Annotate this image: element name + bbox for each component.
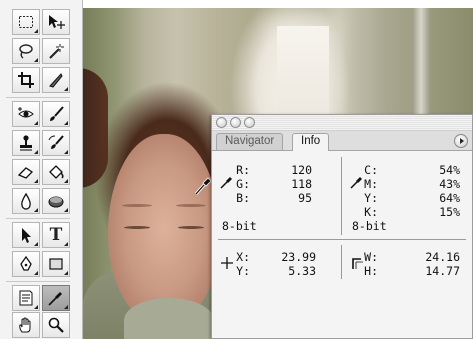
position-x-value: 23.99: [281, 250, 316, 264]
rgb-b-value: 95: [298, 191, 312, 205]
size-w-value: 24.16: [425, 250, 460, 264]
tool-brush[interactable]: [42, 101, 70, 127]
close-icon[interactable]: [216, 117, 227, 128]
tool-zoom[interactable]: [42, 312, 70, 338]
rgb-r-label: R:: [236, 163, 250, 177]
magic-wand-icon: [49, 44, 64, 59]
cmyk-k-value: 15%: [439, 205, 460, 219]
tool-history-brush[interactable]: [42, 130, 70, 156]
tool-sponge[interactable]: [42, 188, 70, 214]
tool-red-eye[interactable]: [12, 101, 40, 127]
tool-blur[interactable]: [12, 188, 40, 214]
pen-icon: [20, 255, 32, 271]
rgb-g-value: 118: [291, 177, 312, 191]
paint-bucket-icon: [49, 165, 64, 179]
cmyk-m-label: M:: [364, 177, 378, 191]
tool-eyedropper[interactable]: [42, 285, 70, 311]
tool-path-selection[interactable]: [12, 222, 40, 248]
cmyk-y-value: 64%: [439, 191, 460, 205]
cmyk-k-label: K:: [364, 205, 378, 219]
palette-titlebar[interactable]: [212, 115, 472, 131]
hand-icon: [19, 317, 31, 333]
rgb-b-label: B:: [236, 191, 250, 205]
tool-crop[interactable]: [12, 67, 40, 93]
tools-palette: T: [0, 0, 83, 339]
tool-lasso[interactable]: [12, 38, 40, 64]
sponge-icon: [48, 196, 64, 208]
tool-slice[interactable]: [42, 67, 70, 93]
position-x-label: X:: [236, 250, 250, 264]
zoom-window-icon[interactable]: [244, 117, 255, 128]
notes-icon: [19, 290, 33, 306]
cmyk-bit-depth: 8-bit: [352, 219, 387, 233]
left-eye: [124, 226, 150, 229]
blur-icon: [21, 192, 31, 210]
tool-type[interactable]: T: [42, 222, 70, 248]
tool-move[interactable]: [42, 9, 70, 35]
size-w-label: W:: [364, 250, 378, 264]
zoom-icon: [48, 317, 64, 333]
tool-pen[interactable]: [12, 251, 40, 277]
rgb-bit-depth: 8-bit: [222, 219, 257, 233]
rgb-r-value: 120: [291, 163, 312, 177]
history-brush-icon: [48, 135, 64, 149]
tab-navigator[interactable]: Navigator: [216, 133, 284, 150]
minimize-icon[interactable]: [230, 117, 241, 128]
tool-eraser[interactable]: [12, 159, 40, 185]
size-h-label: H:: [364, 264, 378, 278]
tool-paint-bucket[interactable]: [42, 159, 70, 185]
collar: [124, 298, 214, 339]
tool-hand[interactable]: [12, 312, 40, 338]
rgb-g-label: G:: [236, 177, 250, 191]
cmyk-c-value: 54%: [439, 163, 460, 177]
rectangular-marquee-icon: [19, 16, 33, 28]
eyedropper-icon: [48, 292, 62, 306]
info-palette: Navigator Info R: 120 G: 118 B: 95 8-bit…: [211, 114, 473, 339]
lasso-icon: [19, 44, 33, 59]
right-eye: [178, 226, 204, 229]
cmyk-c-label: C:: [364, 163, 378, 177]
palette-tabbar: Navigator Info: [212, 131, 472, 151]
clone-stamp-icon: [20, 135, 32, 151]
move-icon: [49, 15, 65, 29]
brush-icon: [50, 106, 64, 121]
position-y-label: Y:: [236, 264, 250, 278]
palette-menu-button[interactable]: [454, 134, 468, 148]
tool-rectangular-marquee[interactable]: [12, 9, 40, 35]
left-brow: [122, 204, 152, 207]
rectangle-shape-icon: [49, 258, 63, 270]
tool-clone-stamp[interactable]: [12, 130, 40, 156]
right-brow: [176, 204, 206, 207]
type-icon: T: [49, 225, 63, 245]
eraser-icon: [17, 167, 34, 179]
path-selection-icon: [22, 228, 31, 243]
tool-magic-wand[interactable]: [42, 38, 70, 64]
cmyk-m-value: 43%: [439, 177, 460, 191]
tab-info[interactable]: Info: [292, 133, 330, 151]
tool-rectangle-shape[interactable]: [42, 251, 70, 277]
slice-icon: [49, 73, 63, 88]
face: [108, 134, 220, 324]
crop-icon: [18, 72, 34, 88]
position-y-value: 5.33: [288, 264, 316, 278]
cmyk-y-label: Y:: [364, 191, 378, 205]
tool-notes[interactable]: [12, 285, 40, 311]
red-eye-icon: [18, 107, 34, 118]
size-h-value: 14.77: [425, 264, 460, 278]
